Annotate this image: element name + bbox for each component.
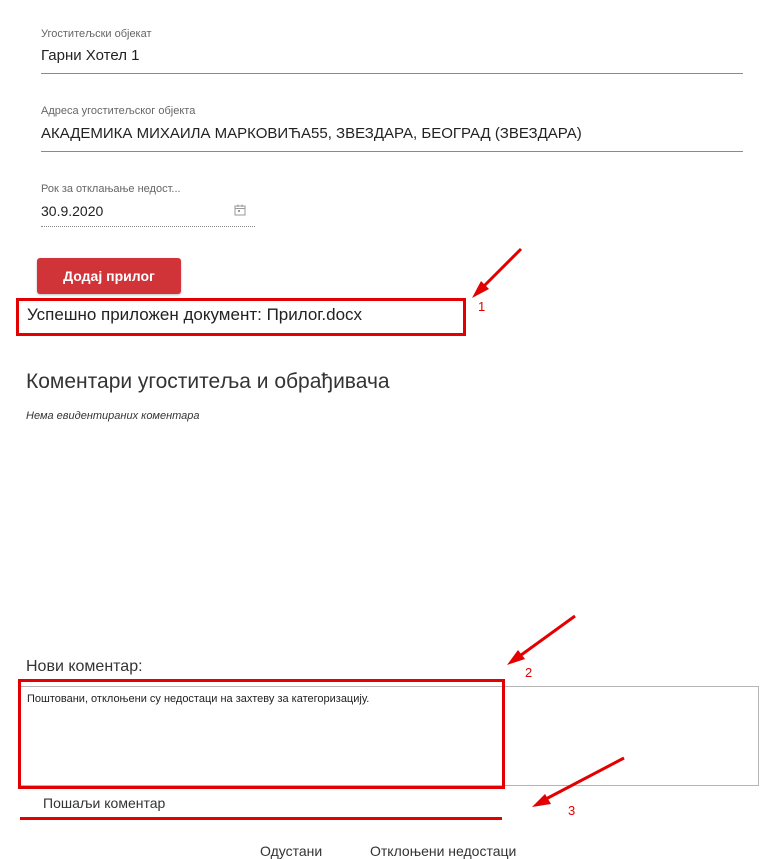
deadline-label: Рок за отклањање недост...: [41, 183, 181, 195]
address-underline: [41, 151, 743, 152]
resolved-deficiencies-button[interactable]: Отклоњени недостаци: [370, 843, 516, 859]
facility-underline: [41, 73, 743, 74]
add-attachment-button[interactable]: Додај прилог: [37, 258, 181, 294]
facility-value[interactable]: Гарни Хотел 1: [41, 47, 139, 64]
annotation-number-3: 3: [568, 803, 576, 818]
facility-label: Угоститељски објекат: [41, 28, 152, 40]
cancel-button[interactable]: Одустани: [260, 843, 322, 859]
no-comments-text: Нема евидентираних коментара: [26, 410, 200, 422]
annotation-arrow-2: [507, 614, 576, 665]
annotation-box-2: [18, 679, 505, 789]
annotation-number-2: 2: [525, 665, 533, 680]
comments-title: Коментари угоститеља и обрађивача: [26, 370, 390, 393]
annotation-arrow-1: [472, 247, 523, 298]
address-label: Адреса угоститељског објекта: [41, 105, 196, 117]
upload-status: Успешно приложен документ: Прилог.docx: [27, 305, 363, 324]
address-value[interactable]: АКАДЕМИКА МИХАИЛА МАРКОВИЋА55, ЗВЕЗДАРА,…: [41, 125, 582, 142]
deadline-underline: [41, 226, 255, 227]
annotation-underline-3: [20, 817, 502, 820]
annotation-number-1: 1: [478, 299, 486, 314]
calendar-icon[interactable]: [233, 203, 247, 217]
new-comment-label: Нови коментар:: [26, 658, 143, 675]
deadline-value[interactable]: 30.9.2020: [41, 203, 103, 219]
send-comment-button[interactable]: Пошаљи коментар: [43, 795, 165, 811]
